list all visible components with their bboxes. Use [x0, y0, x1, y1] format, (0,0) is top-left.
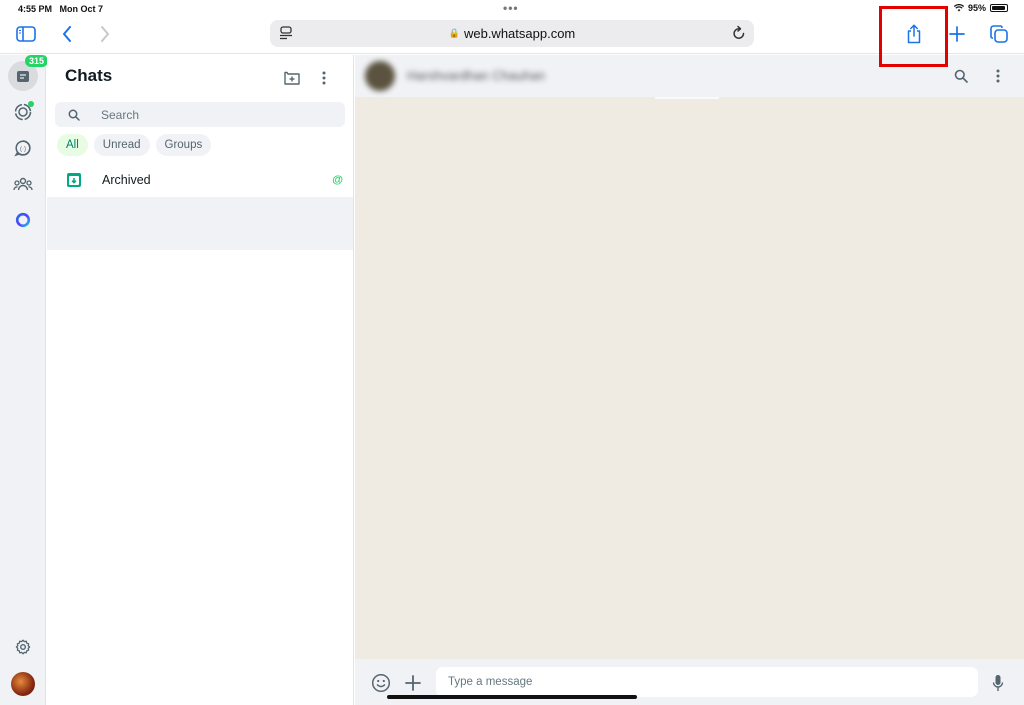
status-bar: 4:55 PM Mon Oct 7 ••• 95% — [0, 0, 1024, 16]
emoji-button[interactable] — [369, 671, 393, 695]
search-icon — [68, 109, 80, 121]
chat-menu-button[interactable] — [987, 65, 1009, 87]
tabs-overview-button[interactable] — [988, 21, 1010, 47]
emoji-icon — [371, 673, 391, 693]
meta-ai-icon — [15, 212, 31, 228]
voice-message-button[interactable] — [986, 671, 1010, 695]
rail-chats-button[interactable]: 315 — [8, 55, 49, 91]
conversation-panel: Harshvardhan Chauhan — [355, 55, 1024, 705]
search-input[interactable] — [101, 107, 321, 122]
rail-communities-button[interactable] — [8, 169, 38, 199]
plus-icon — [405, 675, 421, 691]
nav-rail: 315 (·) — [0, 55, 49, 705]
new-chat-icon — [284, 71, 300, 85]
chats-title: Chats — [65, 66, 113, 85]
status-right: 95% — [953, 3, 1008, 13]
sidebar-toggle-icon — [16, 26, 36, 42]
rail-meta-ai-button[interactable] — [8, 205, 38, 235]
menu-button[interactable] — [313, 67, 335, 89]
kebab-menu-icon — [322, 71, 326, 85]
search-box[interactable] — [55, 102, 345, 127]
chevron-right-icon — [101, 26, 109, 42]
reload-button[interactable] — [732, 25, 746, 44]
chevron-left-icon — [63, 26, 71, 42]
plus-icon — [949, 26, 965, 42]
status-new-dot — [28, 101, 34, 107]
channels-icon: (·) — [14, 140, 31, 157]
new-tab-button[interactable] — [947, 21, 967, 47]
chat-header[interactable]: Harshvardhan Chauhan — [355, 55, 1024, 97]
url-text: web.whatsapp.com — [463, 26, 576, 41]
address-bar[interactable]: 🔒 web.whatsapp.com — [270, 20, 754, 47]
rail-channels-button[interactable]: (·) — [8, 133, 38, 163]
archived-label: Archived — [102, 173, 151, 187]
contact-name[interactable]: Harshvardhan Chauhan — [407, 68, 545, 83]
contact-avatar[interactable] — [365, 61, 395, 91]
unread-count-badge: 315 — [25, 55, 49, 67]
attach-button[interactable] — [401, 671, 425, 695]
filter-groups[interactable]: Groups — [155, 134, 212, 156]
sidebar-toggle-button[interactable] — [14, 21, 38, 47]
forward-button[interactable] — [96, 21, 114, 47]
message-input[interactable] — [436, 667, 978, 697]
filter-unread[interactable]: Unread — [93, 134, 150, 156]
rail-settings-button[interactable] — [8, 632, 38, 662]
filter-chips: All Unread Groups — [57, 134, 212, 156]
svg-text:(·): (·) — [20, 147, 26, 153]
battery-percent: 95% — [967, 3, 986, 13]
mention-indicator: @ — [332, 174, 343, 186]
selected-chat-row[interactable] — [47, 197, 353, 250]
message-area — [355, 97, 1024, 659]
chats-icon — [17, 71, 29, 82]
status-time: 4:55 PM Mon Oct 7 — [18, 4, 104, 14]
archive-icon — [67, 173, 81, 187]
search-icon — [954, 69, 968, 83]
share-button[interactable] — [904, 21, 924, 47]
wifi-icon — [953, 4, 964, 12]
date-divider — [655, 97, 719, 99]
browser-toolbar: 🔒 web.whatsapp.com — [0, 16, 1024, 54]
profile-avatar[interactable] — [11, 672, 35, 696]
chat-list-panel: Chats All Unread Groups Archived @ — [47, 55, 354, 705]
lock-icon: 🔒 — [448, 28, 460, 38]
communities-icon — [13, 177, 33, 191]
kebab-menu-icon — [996, 69, 1000, 83]
filter-all[interactable]: All — [57, 134, 88, 156]
reload-icon — [733, 25, 745, 39]
back-button[interactable] — [58, 21, 76, 47]
share-icon — [907, 24, 921, 44]
reader-mode-icon — [280, 26, 292, 40]
tabs-overview-icon — [990, 25, 1008, 43]
microphone-icon — [992, 675, 1004, 691]
archived-row[interactable]: Archived @ — [47, 163, 353, 197]
battery-icon — [990, 4, 1008, 12]
new-chat-button[interactable] — [281, 67, 303, 89]
reader-mode-button[interactable] — [279, 26, 293, 43]
multitasking-dots[interactable]: ••• — [503, 1, 519, 15]
home-indicator[interactable] — [387, 695, 637, 699]
rail-status-button[interactable] — [8, 97, 38, 127]
chat-search-button[interactable] — [950, 65, 972, 87]
settings-icon — [15, 639, 31, 655]
